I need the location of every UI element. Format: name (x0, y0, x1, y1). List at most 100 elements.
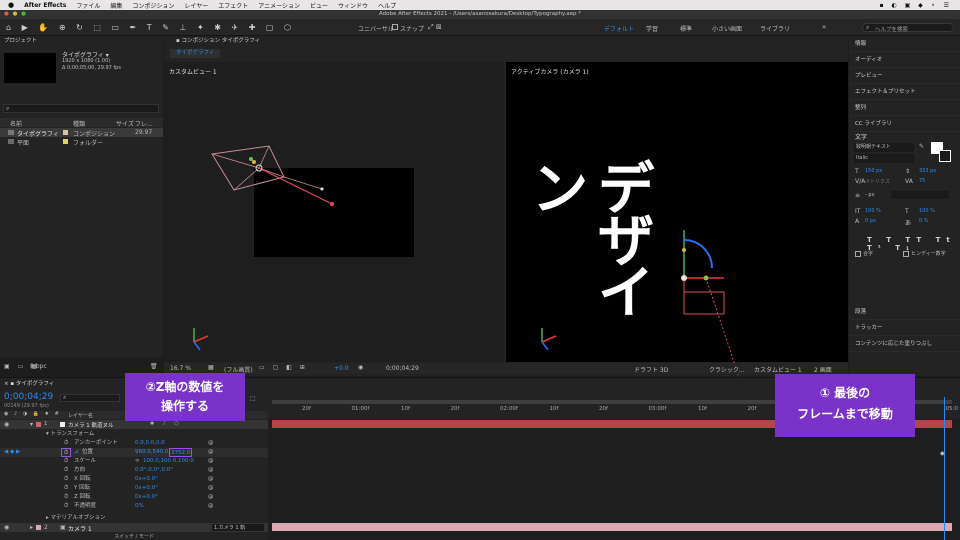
font-size-value[interactable]: 150 px (865, 168, 882, 174)
menu-file[interactable]: ファイル (76, 1, 100, 10)
layer-2-duration-bar[interactable] (272, 523, 952, 531)
property-value[interactable]: 100.0,100.0,100.0 (143, 457, 194, 466)
renderer-select[interactable]: クラシック... (709, 365, 745, 374)
property-opacity[interactable]: ⏱ 不透明度 0% @ (0, 502, 268, 511)
snap-checkbox[interactable] (392, 24, 398, 30)
tsume-value[interactable]: 0 % (919, 218, 929, 224)
panel-info[interactable]: 情報 (849, 36, 960, 52)
snap-icons[interactable]: ⤢ ⊠ (428, 23, 442, 32)
col-type[interactable]: 種類 (73, 119, 85, 128)
panel-audio[interactable]: オーディオ (849, 52, 960, 68)
custom-view-left[interactable]: カスタムビュー 1 (164, 62, 504, 362)
workspace-library[interactable]: ライブラリ (760, 24, 808, 33)
camera-wireframe[interactable] (204, 132, 354, 222)
timeline-tab[interactable]: × ▪ タイポグラフィ (4, 380, 54, 389)
transform-group[interactable]: ▾ トランスフォーム (46, 430, 246, 439)
project-item-folder[interactable]: 平面 フォルダー (0, 137, 163, 147)
stroke-width-value[interactable]: - px (865, 192, 875, 198)
workspace-default[interactable]: デフォルト (604, 24, 646, 33)
kerning-value[interactable]: メトリクス (865, 178, 890, 185)
horizontal-scale-value[interactable]: 100 % (919, 208, 935, 214)
hindi-checkbox[interactable] (903, 251, 909, 257)
panel-content-aware-fill[interactable]: コンテンツに応じた塗りつぶし (849, 336, 960, 352)
expression-icon[interactable]: @ (208, 502, 214, 511)
expression-icon[interactable]: @ (208, 466, 214, 475)
current-time-indicator[interactable] (944, 397, 945, 540)
expression-icon[interactable]: @ (208, 484, 214, 493)
menu-view[interactable]: ビュー (310, 1, 328, 10)
layer-name[interactable]: カメラ 1 軌道ヌル (68, 421, 128, 429)
font-family-select[interactable]: 駿明朝テキスト (854, 143, 914, 152)
stopwatch-icon[interactable]: ⏱ (64, 466, 68, 475)
label-color-swatch[interactable] (36, 422, 41, 427)
stopwatch-icon[interactable]: ⏱ (64, 484, 68, 493)
position-z-value[interactable]: 3752.0 (169, 448, 193, 457)
comp-tab[interactable]: タイポグラフィ (170, 49, 221, 58)
expression-icon[interactable]: @ (208, 448, 214, 457)
project-item-comp[interactable]: タイポグラフィ コンポジション 29.97 (0, 128, 163, 138)
position-keyframe-icon[interactable]: ◆ (940, 450, 945, 457)
stroke-type-select[interactable] (891, 191, 949, 199)
expression-icon[interactable]: @ (208, 439, 214, 448)
comp-timecode[interactable]: 0;00;04;29 (386, 365, 419, 372)
app-menu[interactable]: After Effects (24, 2, 66, 9)
property-x-rotation[interactable]: ⏱ X 回転 0x+0.0° @ (0, 475, 268, 484)
stopwatch-icon[interactable]: ⏱ (64, 475, 68, 484)
layer-row-1[interactable]: ◉ ▾ 1 カメラ 1 軌道ヌル ✱ ⁄ ⬡ (0, 420, 268, 429)
label-color-swatch[interactable] (36, 525, 41, 530)
layout-select[interactable]: 2 画面 (814, 365, 832, 374)
parent-select[interactable]: 1.カメラ 1 軌 (212, 524, 264, 531)
panel-tracker[interactable]: トラッカー (849, 320, 960, 336)
expression-icon[interactable]: @ (208, 457, 214, 466)
stopwatch-icon[interactable]: ⏱ (64, 493, 68, 502)
workspace-learn[interactable]: 学習 (646, 24, 680, 33)
visibility-icon[interactable]: ◉ (4, 524, 9, 531)
layer-switches[interactable]: ✱ ⁄ ⬡ (150, 421, 183, 427)
help-search[interactable]: ⌕ ヘルプを検索 (862, 23, 954, 33)
menu-help[interactable]: ヘルプ (378, 1, 396, 10)
project-panel-title[interactable]: プロジェクト (0, 36, 163, 46)
stopwatch-icon[interactable]: ⏱ (64, 457, 68, 466)
layer-name-header[interactable]: レイヤー名 (68, 412, 93, 419)
stopwatch-icon[interactable]: ⏱ (64, 439, 68, 448)
property-value[interactable]: 0x+0.0° (135, 484, 158, 493)
close-icon[interactable]: × (4, 381, 9, 387)
character-title[interactable]: 文字 (855, 132, 867, 141)
camera-gizmo[interactable] (676, 220, 746, 380)
property-value[interactable]: 0.0,0.0,0.0 (135, 439, 165, 448)
property-value[interactable]: 0x+0.0° (135, 493, 158, 502)
font-style-select[interactable]: Italic (854, 154, 914, 163)
stroke-color-swatch[interactable] (939, 150, 951, 162)
zoom-level[interactable]: 16.7 % (170, 365, 191, 372)
property-value[interactable]: 0% (135, 502, 144, 511)
apple-icon[interactable]: ● (8, 1, 14, 9)
timeline-tools[interactable]: ⬚ (250, 395, 258, 402)
panel-preview[interactable]: プレビュー (849, 68, 960, 84)
property-value[interactable]: 960.0,540.0, (135, 448, 170, 457)
material-options-group[interactable]: ▸ マテリアルオプション (46, 514, 246, 523)
property-anchor-point[interactable]: ⏱ アンカーポイント 0.0,0.0,0.0 @ (0, 439, 268, 448)
project-search[interactable]: ⌕ (3, 104, 159, 113)
workspace-standard[interactable]: 標準 (680, 24, 712, 33)
col-fps[interactable]: フレ... (135, 119, 153, 128)
property-value[interactable]: 0.0°,0.0°,0.0° (135, 466, 173, 475)
property-scale[interactable]: ⏱ スケール ∞ 100.0,100.0,100.0 @ (0, 457, 268, 466)
bpc-label[interactable]: 8 bpc (30, 363, 47, 370)
expression-icon[interactable]: @ (208, 493, 214, 502)
layer-row-2[interactable]: ◉ ▸ 2 ▣ カメラ 1 1.カメラ 1 軌 (0, 523, 268, 533)
trash-icon[interactable]: 🗑 (150, 363, 158, 370)
menu-window[interactable]: ウィンドウ (338, 1, 368, 10)
overflow-icon[interactable]: » (822, 23, 826, 31)
menu-composition[interactable]: コンポジション (132, 1, 174, 10)
expand-chevron-icon[interactable]: ▸ (30, 524, 33, 531)
traffic-lights[interactable]: ● ● ● (4, 10, 27, 19)
workspace-small[interactable]: 小さい画面 (712, 24, 760, 33)
property-value[interactable]: 0x+0.0° (135, 475, 158, 484)
tool-icons[interactable]: ⌂ ▶ ✋ ⊕ ↻ ⬚ ▭ ✒ T ✎ ⊥ ✦ ✱ ✈ ✚ ▢ ⬡ (6, 23, 295, 32)
property-z-rotation[interactable]: ⏱ Z 回転 0x+0.0° @ (0, 493, 268, 502)
menu-edit[interactable]: 編集 (110, 1, 122, 10)
switch-icons[interactable]: ◉ ♪ ◑ 🔒 ♦ # (4, 411, 61, 417)
panel-cc-libraries[interactable]: CC ライブラリ (849, 116, 960, 132)
expand-chevron-icon[interactable]: ▾ (30, 421, 33, 428)
layer-name[interactable]: カメラ 1 (68, 524, 92, 533)
